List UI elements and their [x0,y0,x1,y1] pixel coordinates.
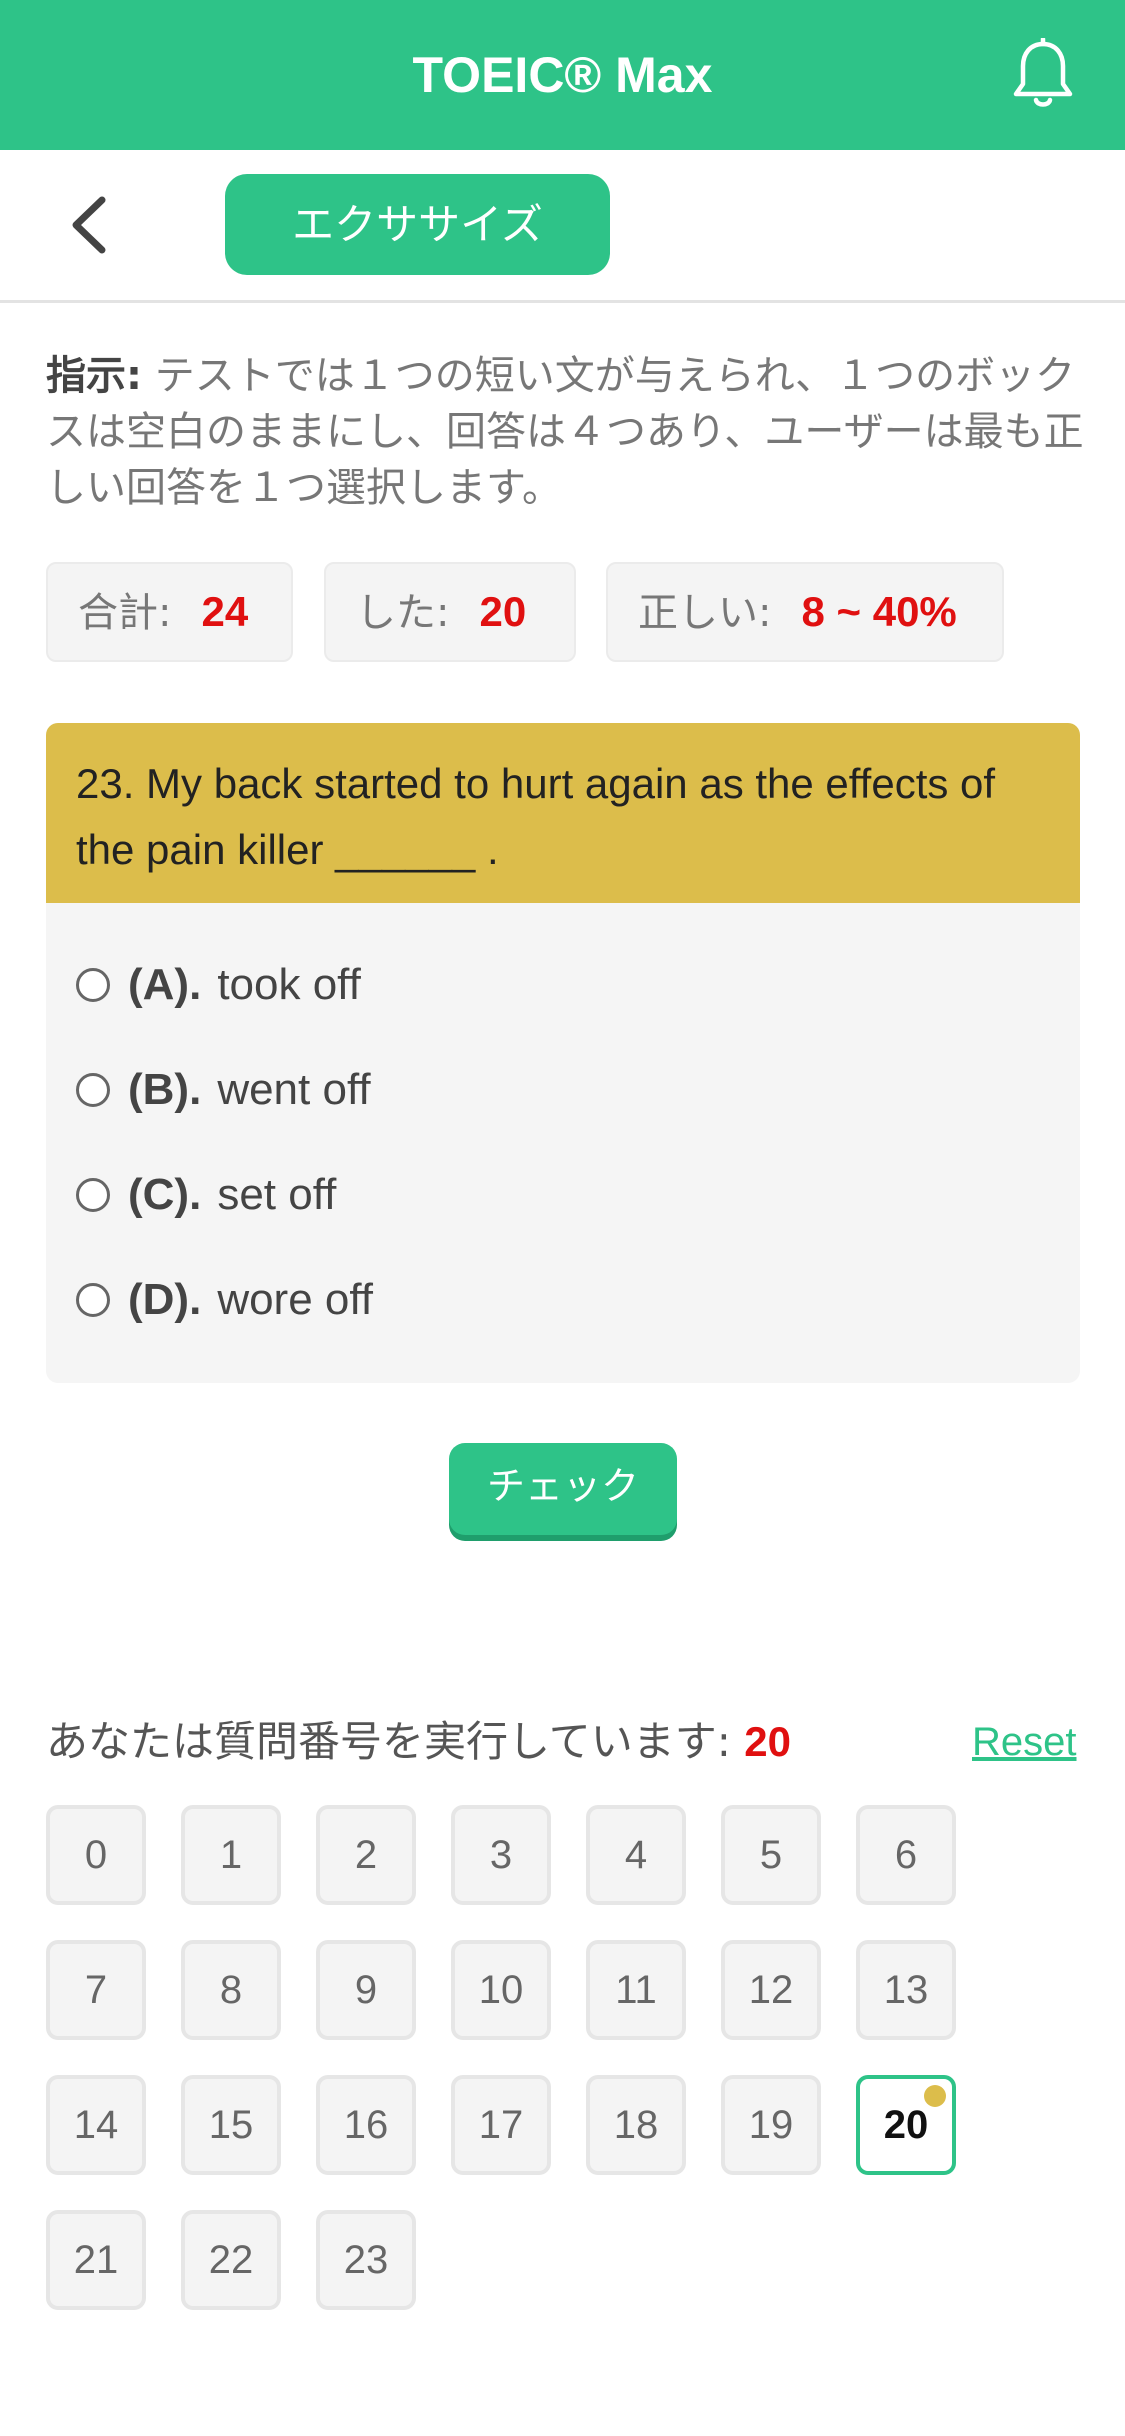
question-number-grid: 0 1 2 3 4 5 6 7 8 9 10 11 12 13 14 15 16 17 18 19 20 21 22 23 [46,1805,1046,2315]
question-number-button[interactable]: 23 [316,2210,416,2310]
question-number-button[interactable]: 12 [721,1940,821,2040]
stat-value: 20 [479,588,527,635]
question-number-label: 20 [883,2103,929,2147]
question-number-button[interactable]: 17 [451,2075,551,2175]
option-text: went off [217,1065,371,1114]
question-number-button[interactable]: 22 [181,2210,281,2310]
question-number-current[interactable]: 20 [856,2075,956,2175]
option-letter: (A). [128,960,202,1009]
question-number-label: 2 [354,1833,378,1877]
question-number-label: 4 [624,1833,648,1877]
question-number-label: 1 [219,1833,243,1877]
question-number-button[interactable]: 3 [451,1805,551,1905]
stat-label: した: [356,590,450,636]
section-pill[interactable]: エクササイズ [225,174,610,275]
question-number-button[interactable]: 9 [316,1940,416,2040]
radio-button[interactable] [76,1073,110,1107]
sub-header: エクササイズ [0,150,1125,303]
question-number-button[interactable]: 16 [316,2075,416,2175]
question-number-label: 19 [748,2103,794,2147]
radio-button[interactable] [76,1178,110,1212]
radio-button[interactable] [76,1283,110,1317]
question-number-button[interactable]: 11 [586,1940,686,2040]
option-letter: (D). [128,1275,202,1324]
question-number-button[interactable]: 19 [721,2075,821,2175]
question-number-label: 10 [478,1968,524,2012]
question-number-label: 22 [208,2238,254,2282]
question-number-label: 6 [894,1833,918,1877]
instructions: 指示: テストでは１つの短い文が与えられ、１つのボックスは空白のままにし、回答は… [46,348,1086,516]
reset-link[interactable]: Reset [972,1712,1077,1772]
question-number-button[interactable]: 4 [586,1805,686,1905]
stat-label: 合計: [78,590,172,636]
option-text: set off [217,1170,337,1219]
question-number-label: 7 [84,1968,108,2012]
question-number-button[interactable]: 1 [181,1805,281,1905]
question-number-button[interactable]: 15 [181,2075,281,2175]
instructions-text: テストでは１つの短い文が与えられ、１つのボックスは空白のままにし、回答は４つあり… [46,353,1084,511]
check-button[interactable]: チェック [449,1443,677,1535]
question-number-label: 16 [343,2103,389,2147]
option-c[interactable]: (C). set off [76,1155,336,1235]
question-number-label: 23 [343,2238,389,2282]
stat-total: 合計: 24 [46,562,293,662]
stat-value: 24 [201,588,249,635]
question-number-label: 13 [883,1968,929,2012]
option-text: took off [217,960,361,1009]
question-number-label: 3 [489,1833,513,1877]
option-text: wore off [217,1275,374,1324]
stat-correct: 正しい: 8 ~ 40% [606,562,1004,662]
option-letter: (B). [128,1065,202,1114]
stat-label: 正しい: [638,590,772,636]
question-text: 23. My back started to hurt again as the… [46,723,1080,903]
question-number-button[interactable]: 14 [46,2075,146,2175]
option-b[interactable]: (B). went off [76,1050,371,1130]
question-number-button[interactable]: 6 [856,1805,956,1905]
question-number-button[interactable]: 21 [46,2210,146,2310]
option-d[interactable]: (D). wore off [76,1260,373,1340]
question-number-label: 14 [73,2103,119,2147]
progress-label: あなたは質問番号を実行しています: [46,1717,731,1766]
question-number-button[interactable]: 2 [316,1805,416,1905]
question-number-label: 9 [354,1968,378,2012]
question-number-button[interactable]: 5 [721,1805,821,1905]
question-number-label: 17 [478,2103,524,2147]
question-number-button[interactable]: 13 [856,1940,956,2040]
question-number-button[interactable]: 18 [586,2075,686,2175]
question-number-button[interactable]: 8 [181,1940,281,2040]
question-number-label: 11 [615,1968,657,2012]
question-number-label: 12 [748,1968,794,2012]
question-number-label: 21 [73,2238,119,2282]
current-indicator-dot [924,2085,946,2107]
question-number-label: 8 [219,1968,243,2012]
stat-done: した: 20 [324,562,576,662]
progress-text: あなたは質問番号を実行しています: 20 [46,1712,791,1772]
back-arrow-icon[interactable] [62,192,122,258]
question-number-button[interactable]: 7 [46,1940,146,2040]
app-bar: TOEIC® Max [0,0,1125,150]
instructions-label: 指示: [46,353,142,399]
stat-value: 8 ~ 40% [801,588,957,635]
question-number-label: 5 [759,1833,783,1877]
progress-current: 20 [744,1718,791,1765]
app-title: TOEIC® Max [412,47,713,103]
question-number-button[interactable]: 10 [451,1940,551,2040]
option-letter: (C). [128,1170,202,1219]
question-number-label: 18 [613,2103,659,2147]
question-number-button[interactable]: 0 [46,1805,146,1905]
question-number-label: 0 [84,1833,108,1877]
question-card: 23. My back started to hurt again as the… [46,723,1080,1383]
radio-button[interactable] [76,968,110,1002]
option-a[interactable]: (A). took off [76,945,361,1025]
question-number-label: 15 [208,2103,254,2147]
bell-icon[interactable] [1010,38,1076,112]
